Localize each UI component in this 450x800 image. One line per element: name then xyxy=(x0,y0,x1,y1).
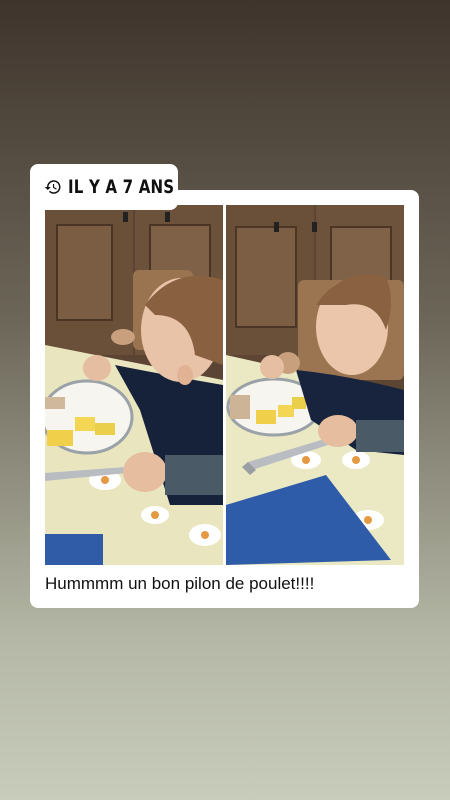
photo-left[interactable] xyxy=(45,205,223,565)
memory-card[interactable]: Hummmm un bon pilon de poulet!!!! xyxy=(30,190,419,608)
history-clock-icon xyxy=(44,178,62,196)
memory-caption: Hummmm un bon pilon de poulet!!!! xyxy=(45,574,315,593)
photo-grid xyxy=(45,205,404,565)
photo-right[interactable] xyxy=(226,205,404,565)
memory-date-label: IL Y A 7 ANS xyxy=(68,176,175,198)
memory-date-tag[interactable]: IL Y A 7 ANS xyxy=(30,164,178,210)
